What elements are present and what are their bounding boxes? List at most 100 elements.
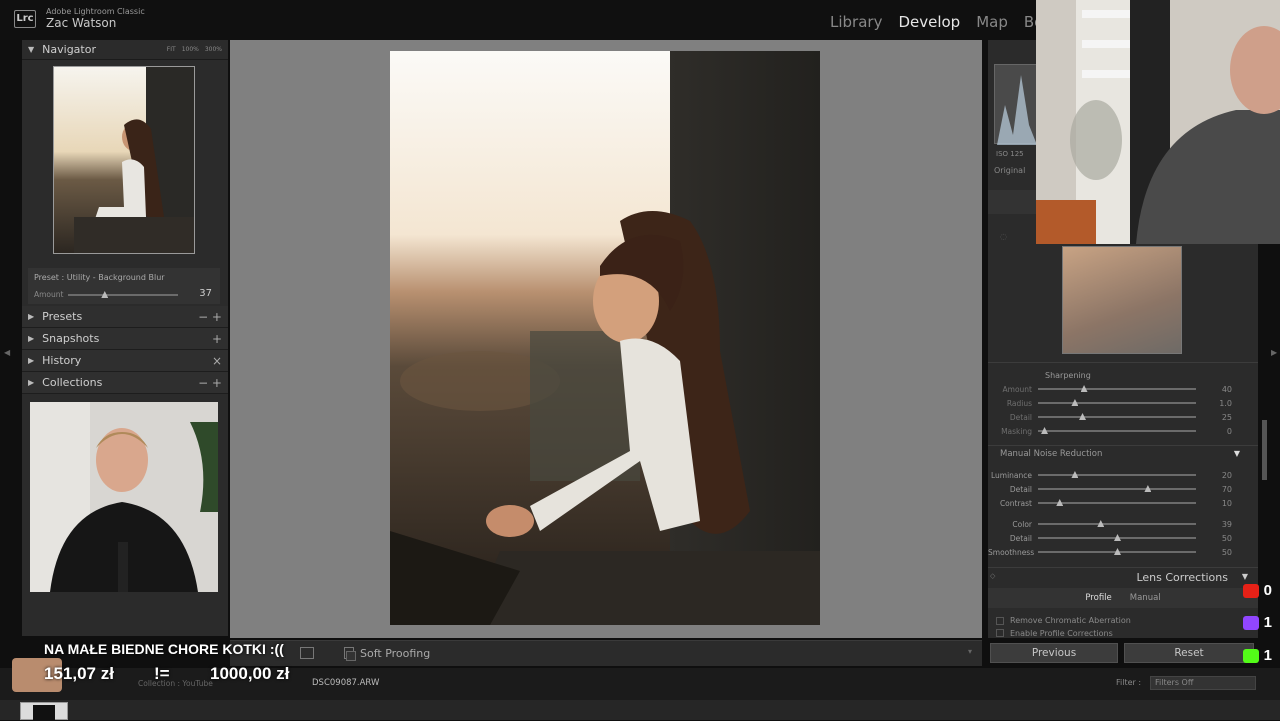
filter-select[interactable]: Filters Off (1150, 676, 1256, 690)
slider-track[interactable] (1038, 548, 1196, 555)
before-after-icon[interactable] (300, 647, 314, 659)
slider-track[interactable] (1038, 520, 1196, 527)
slider-value[interactable]: 50 (1204, 534, 1232, 543)
navigator-preview[interactable] (53, 66, 195, 254)
left-panel: ▼ Navigator FIT 100% 300% Preset : Utili… (22, 40, 228, 636)
donation-raised: 151,07 zł (44, 664, 114, 683)
slider-value[interactable]: 20 (1204, 471, 1232, 480)
slider-label: Detail (1009, 533, 1032, 543)
iso-readout: ISO 125 (996, 150, 1024, 158)
option-profile-corrections[interactable]: Enable Profile Corrections (996, 629, 1113, 637)
zoom-fit[interactable]: FIT (167, 46, 176, 53)
zoom-100[interactable]: 100% (182, 46, 199, 53)
option-label: Remove Chromatic Aberration (1010, 616, 1131, 625)
slider-thumb[interactable] (1114, 548, 1121, 555)
slider-label: Detail (1009, 484, 1032, 494)
slider-track[interactable] (1038, 499, 1196, 506)
preset-amount-value[interactable]: 37 (199, 288, 212, 299)
noise.color-slider-row[interactable]: Detail 50 (988, 531, 1232, 545)
sharpening.sliders-slider-row[interactable]: Radius 1.0 (988, 396, 1232, 410)
slider-thumb[interactable] (1114, 534, 1121, 541)
checkbox-soft-proofing[interactable] (346, 651, 356, 661)
tab-manual[interactable]: Manual (1130, 593, 1161, 603)
slider-track[interactable] (1038, 485, 1196, 492)
divider (988, 445, 1258, 446)
noise.luminance-slider-row[interactable]: Contrast 10 (988, 496, 1232, 510)
main-image-area (230, 40, 982, 638)
noise.luminance-slider-row[interactable]: Detail 70 (988, 482, 1232, 496)
zoom-300[interactable]: 300% (205, 46, 222, 53)
sharpening.sliders-slider-row[interactable]: Masking 0 (988, 424, 1232, 438)
panel-buttons[interactable]: × (212, 354, 222, 368)
slider-value[interactable]: 0 (1204, 427, 1232, 436)
left-panel-toggle-icon[interactable]: ◀ (4, 348, 10, 357)
navigator-header[interactable]: ▼ Navigator FIT 100% 300% (22, 40, 228, 60)
preset-amount-slider[interactable] (68, 291, 178, 298)
panel-buttons[interactable]: − + (198, 376, 222, 390)
slider-thumb[interactable] (1144, 485, 1152, 492)
panel-switch-icon[interactable]: ◇ (990, 572, 995, 580)
slider-value[interactable]: 25 (1204, 413, 1232, 422)
module-develop[interactable]: Develop (898, 13, 960, 31)
slider-value[interactable]: 39 (1204, 520, 1232, 529)
panel-buttons[interactable]: + (212, 332, 222, 346)
slider-value[interactable]: 10 (1204, 499, 1232, 508)
slider-thumb[interactable] (1071, 471, 1079, 478)
slider-thumb[interactable] (1071, 399, 1079, 406)
checkbox[interactable] (996, 629, 1004, 637)
slider-thumb[interactable] (1080, 385, 1088, 392)
panel-buttons[interactable]: − + (198, 310, 222, 324)
app-name: Adobe Lightroom Classic (46, 7, 145, 16)
panel-collections[interactable]: ▶ Collections − + (22, 372, 228, 394)
noise.color-slider-row[interactable]: Smoothness 50 (988, 545, 1232, 559)
slider-label: Detail (1009, 412, 1032, 422)
sharpening.sliders-slider-row[interactable]: Amount 40 (988, 382, 1232, 396)
toolbar-menu-chevron-icon[interactable]: ▾ (968, 647, 972, 656)
lens-corrections-title[interactable]: Lens Corrections (1136, 571, 1228, 584)
slider-value[interactable]: 1.0 (1204, 399, 1232, 408)
twitch-viewer-counter: 1 (1242, 614, 1272, 631)
slider-thumb[interactable] (1097, 520, 1105, 527)
main-photo[interactable] (390, 51, 820, 625)
slider-label: Radius (1006, 398, 1032, 408)
previous-button[interactable]: Previous (990, 643, 1118, 663)
streamer-webcam-overlay (1036, 0, 1280, 244)
slider-thumb[interactable] (1079, 413, 1087, 420)
current-filename[interactable]: DSC09087.ARW (312, 678, 379, 688)
lens-tabs: Profile Manual (988, 588, 1258, 608)
checkbox[interactable] (996, 616, 1004, 625)
target-icon[interactable]: ◌ (1000, 232, 1007, 241)
slider-thumb[interactable] (1056, 499, 1064, 506)
panel-history[interactable]: ▶ History × (22, 350, 228, 372)
slider-track[interactable] (1038, 534, 1196, 541)
right-panel-toggle-icon[interactable]: ▶ (1271, 348, 1277, 357)
slider-track[interactable] (1038, 413, 1196, 420)
tab-profile[interactable]: Profile (1085, 593, 1111, 603)
slider-value[interactable]: 50 (1204, 548, 1232, 557)
noise.color-slider-row[interactable]: Color 39 (988, 517, 1232, 531)
slider-value[interactable]: 40 (1204, 385, 1232, 394)
lens-expand-triangle-icon[interactable]: ▼ (1242, 572, 1248, 581)
panel-presets[interactable]: ▶ Presets − + (22, 306, 228, 328)
module-library[interactable]: Library (830, 13, 882, 31)
slider-value[interactable]: 70 (1204, 485, 1232, 494)
original-toggle[interactable]: Original (994, 166, 1025, 175)
sharpening.sliders-slider-row[interactable]: Detail 25 (988, 410, 1232, 424)
right-panel-scrollbar[interactable] (1262, 420, 1267, 480)
collection-source[interactable]: Collection : YouTube (138, 679, 213, 688)
slider-track[interactable] (1038, 427, 1196, 434)
noise.luminance-slider-row[interactable]: Luminance 20 (988, 468, 1232, 482)
divider (988, 567, 1258, 568)
panel-snapshots[interactable]: ▶ Snapshots + (22, 328, 228, 350)
slider-track[interactable] (1038, 471, 1196, 478)
filmstrip-thumbnail[interactable] (20, 702, 68, 721)
option-remove-ca[interactable]: Remove Chromatic Aberration (996, 616, 1131, 625)
slider-track[interactable] (1038, 385, 1196, 392)
reset-button[interactable]: Reset (1124, 643, 1254, 663)
slider-track[interactable] (1038, 399, 1196, 406)
detail-preview[interactable] (1062, 246, 1182, 354)
module-map[interactable]: Map (976, 13, 1008, 31)
slider-thumb[interactable] (101, 291, 109, 298)
slider-thumb[interactable] (1041, 427, 1049, 434)
collapse-triangle-icon[interactable]: ▼ (1234, 449, 1240, 458)
